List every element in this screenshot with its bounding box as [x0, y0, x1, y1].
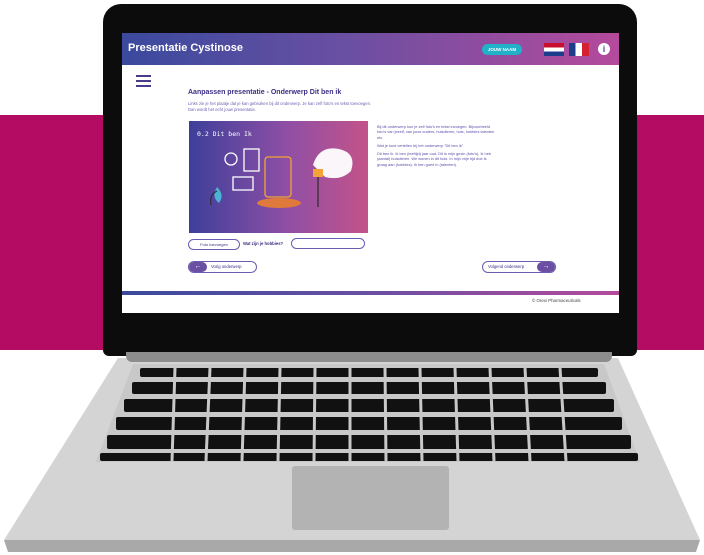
app-header: Presentatie Cystinose JOUW NAAM i [122, 33, 619, 65]
info-icon[interactable]: i [598, 43, 610, 55]
intro-text: Links zie je het plaatje dat je kan gebr… [188, 101, 372, 112]
laptop-hinge [126, 352, 612, 362]
explanation-paragraph: Bij dit onderwerp kun je zelf foto's en … [377, 124, 495, 140]
next-topic-label: Volgend onderwerp [488, 264, 525, 269]
example-text: Dit ben ik. Ik ben (leeftijd) jaar oud. … [377, 151, 492, 167]
copyright-text: © Orexi Pharmaceuticals [532, 298, 581, 303]
slide-preview: 0.2 Dit ben Ik [189, 121, 368, 233]
room-illustration [210, 148, 353, 208]
laptop-screen: Presentatie Cystinose JOUW NAAM i Aanpas… [122, 33, 619, 313]
menu-icon[interactable] [136, 75, 151, 87]
hobbies-label: Wat zijn je hobbies? [243, 241, 284, 246]
next-topic-button[interactable]: Volgend onderwerp → [482, 261, 556, 273]
previous-topic-label: Vorig onderwerp [211, 264, 242, 269]
arrow-right-icon: → [537, 262, 555, 272]
app-title: Presentatie Cystinose [128, 42, 243, 54]
previous-topic-button[interactable]: ← Vorig onderwerp [188, 261, 257, 273]
page-title: Aanpassen presentatie - Onderwerp Dit be… [188, 89, 342, 96]
explanation-heading: Wat je kunt vertellen bij het onderwerp … [377, 142, 464, 148]
trackpad [292, 466, 449, 530]
topic-explanation: Bij dit onderwerp kun je zelf foto's en … [377, 124, 497, 167]
add-photo-button[interactable]: Foto toevoegen [188, 239, 240, 250]
user-name-button[interactable]: JOUW NAAM [482, 44, 522, 55]
hobbies-input[interactable] [291, 238, 365, 249]
arrow-left-icon: ← [189, 262, 207, 272]
french-flag-icon[interactable] [569, 43, 589, 56]
dutch-flag-icon[interactable] [544, 43, 564, 56]
footer-divider [122, 291, 619, 295]
